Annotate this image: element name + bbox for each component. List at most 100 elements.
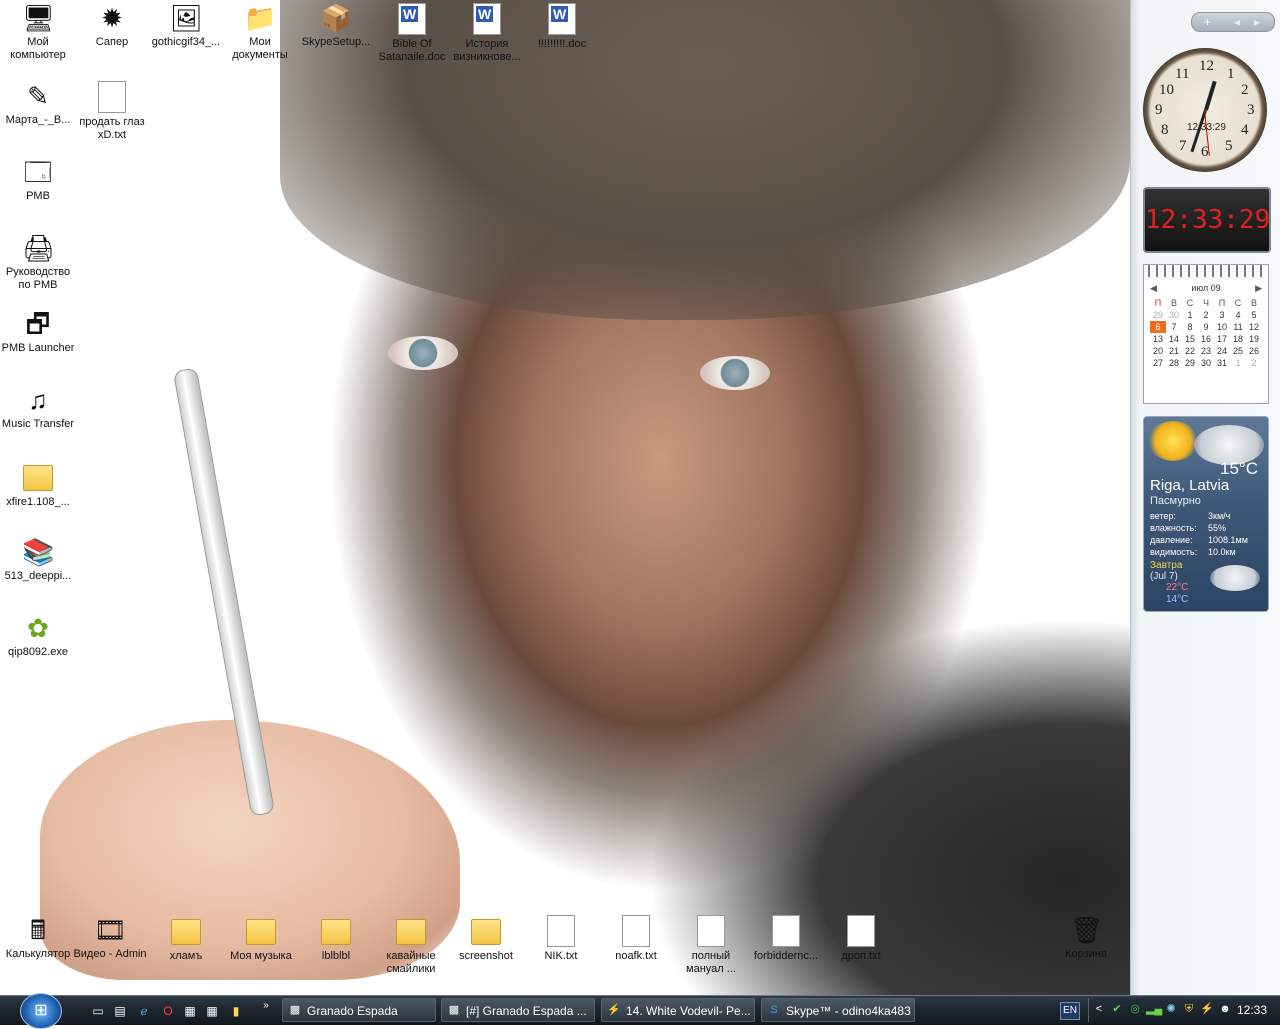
calendar-day[interactable]: 20 [1150,345,1166,357]
calendar-day[interactable]: 15 [1182,333,1198,345]
minesweeper-icon: ✹ [101,3,123,33]
desktop-icon-recycle-bin[interactable]: 🗑 Корзина [1048,914,1124,961]
clock-number: 7 [1179,138,1187,154]
text-file-icon [547,915,575,947]
weather-gadget[interactable]: 15°C Riga, Latvia Пасмурно ветер: 3км/ч … [1143,416,1269,612]
desktop-icon-bible-doc[interactable]: Bible Of Satanaile.doc [374,2,450,64]
desktop-icon-hlam[interactable]: хламъ [148,914,224,963]
desktop-icon-music-transfer[interactable]: ♫ Music Transfer [0,384,76,431]
desktop-icon-history-doc[interactable]: История визникнове... [449,2,525,64]
icq-tray-icon[interactable]: ◎ [1128,1002,1142,1016]
desktop-icon-nik-txt[interactable]: NIK.txt [523,914,599,963]
calendar-day[interactable]: 29 [1182,357,1198,369]
calendar-day[interactable]: 13 [1150,333,1166,345]
calendar-day[interactable]: 11 [1230,321,1246,333]
weather-visibility-value: 10.0км [1208,547,1236,557]
desktop-icon-screenshot[interactable]: screenshot [448,914,524,963]
desktop-icon-skypesetup[interactable]: 📦 SkypeSetup... [298,2,374,49]
desktop-icon-pmb-manual[interactable]: 🖨 Руководство по PMB [0,232,76,292]
taskbar-button-skype[interactable]: S Skype™ - odino4ka483 [761,998,915,1022]
desktop-icon-my-music[interactable]: Моя музыка [223,914,299,963]
calendar-day[interactable]: 27 [1150,357,1166,369]
analog-clock-gadget[interactable]: 12 1 2 3 4 5 6 7 8 9 10 11 12:33:29 [1143,48,1267,172]
taskbar-button-winamp[interactable]: ⚡ 14. White Vodevil- Pe... [601,998,755,1022]
switch-windows-icon[interactable]: ▤ [112,1003,128,1019]
prev-gadgets-button[interactable]: ◂ [1234,13,1240,31]
desktop-icon-my-computer[interactable]: 🖥 Мой компьютер [0,2,76,62]
desktop-icon-pmb-launcher[interactable]: 🗗 PMB Launcher [0,308,76,355]
calendar-day-today[interactable]: 6 [1150,321,1166,333]
calendar-day[interactable]: 21 [1166,345,1182,357]
calendar-prev-button[interactable]: ◀ [1150,283,1157,294]
desktop-icon-forbidden[interactable]: forbiddernc... [748,914,824,963]
calendar-day[interactable]: 22 [1182,345,1198,357]
qip-tray-icon[interactable]: ✔ [1110,1002,1124,1016]
calendar-next-button[interactable]: ▶ [1255,283,1262,294]
taskbar-clock[interactable]: 12:33 [1237,996,1267,1024]
calendar-day[interactable]: 26 [1246,345,1262,357]
calendar-day[interactable]: 23 [1198,345,1214,357]
desktop-icon-marta[interactable]: ✎ Марта_-_В... [0,80,76,127]
calendar-gadget[interactable]: ◀ июл 09 ▶ П В С Ч П С В 29 30 1 2 3 4 5… [1143,264,1269,404]
calendar-day[interactable]: 30 [1166,309,1182,321]
desktop-icon-gothicgif[interactable]: 🖼 gothicgif34_... [148,2,224,49]
calendar-day[interactable]: 7 [1166,321,1182,333]
calendar-day[interactable]: 17 [1214,333,1230,345]
internet-explorer-icon[interactable]: ℯ [136,1003,152,1019]
calendar-day[interactable]: 19 [1246,333,1262,345]
app-quicklaunch-icon-2[interactable]: ▦ [204,1003,220,1019]
calendar-day[interactable]: 4 [1230,309,1246,321]
opera-icon[interactable]: O [160,1003,176,1019]
desktop-icon-sell-eye-txt[interactable]: продать глаз xD.txt [74,80,150,142]
show-hidden-icons-button[interactable]: < [1092,1002,1106,1016]
calendar-day[interactable]: 8 [1182,321,1198,333]
quicklaunch-more-button[interactable]: » [258,998,274,1014]
desktop-icon-my-documents[interactable]: 📁 Мои документы [222,2,298,62]
digital-clock-gadget[interactable]: 12:33:29 [1143,187,1271,253]
calendar-day[interactable]: 3 [1214,309,1230,321]
gear-tray-icon[interactable]: ✺ [1164,1002,1178,1016]
desktop-icon-minesweeper[interactable]: ✹ Сапер [74,2,150,49]
calendar-day[interactable]: 1 [1182,309,1198,321]
desktop-icon-pmb[interactable]: 🗔 PMB [0,156,76,203]
winamp-tray-icon[interactable]: ⚡ [1200,1002,1214,1016]
calendar-day[interactable]: 14 [1166,333,1182,345]
calendar-day[interactable]: 31 [1214,357,1230,369]
calendar-day[interactable]: 1 [1230,357,1246,369]
folder-quicklaunch-icon[interactable]: ▮ [228,1003,244,1019]
desktop-icon-lblblbl[interactable]: lblblbl [298,914,374,963]
calendar-day[interactable]: 2 [1246,357,1262,369]
calendar-day[interactable]: 9 [1198,321,1214,333]
desktop-icon-exclaim-doc[interactable]: !!!!!!!!!.doc [524,2,600,51]
desktop-icon-calculator[interactable]: 🖩 Калькулятор [0,914,76,961]
next-gadgets-button[interactable]: ▸ [1254,13,1260,31]
calendar-day[interactable]: 25 [1230,345,1246,357]
calendar-day[interactable]: 16 [1198,333,1214,345]
desktop-icon-xfire[interactable]: xfire1.108_... [0,460,76,509]
taskbar-button-granado-espada-2[interactable]: ▩ [#] Granado Espada ... [441,998,595,1022]
add-gadget-button[interactable]: + [1204,13,1211,31]
taskbar-button-granado-espada[interactable]: ▩ Granado Espada [282,998,436,1022]
app-quicklaunch-icon[interactable]: ▦ [182,1003,198,1019]
show-desktop-icon[interactable]: ▭ [90,1003,106,1019]
desktop-icon-noafk-txt[interactable]: noafk.txt [598,914,674,963]
desktop-icon-deeppi-archive[interactable]: 📚 513_deeppi... [0,536,76,583]
desktop-icon-qip[interactable]: ✿ qip8092.exe [0,612,76,659]
skype-tray-icon[interactable]: ☻ [1218,1002,1232,1016]
shield-tray-icon[interactable]: ⛨ [1182,1002,1196,1016]
desktop-icon-drop-txt[interactable]: дроп.txt [823,914,899,963]
signal-strength-icon[interactable]: ▂▄ [1146,1002,1162,1016]
desktop-icon-kawaii-smileys[interactable]: кавайные смайлики [373,914,449,976]
calendar-day[interactable]: 18 [1230,333,1246,345]
calendar-day[interactable]: 2 [1198,309,1214,321]
desktop-icon-video-admin[interactable]: 🎞 Видео - Admin [72,914,148,961]
language-indicator[interactable]: EN [1060,1002,1080,1020]
calendar-day[interactable]: 28 [1166,357,1182,369]
calendar-day[interactable]: 30 [1198,357,1214,369]
calendar-day[interactable]: 29 [1150,309,1166,321]
calendar-day[interactable]: 10 [1214,321,1230,333]
desktop-icon-full-manual[interactable]: полный мануал ... [673,914,749,976]
calendar-day[interactable]: 24 [1214,345,1230,357]
calendar-day[interactable]: 5 [1246,309,1262,321]
calendar-day[interactable]: 12 [1246,321,1262,333]
